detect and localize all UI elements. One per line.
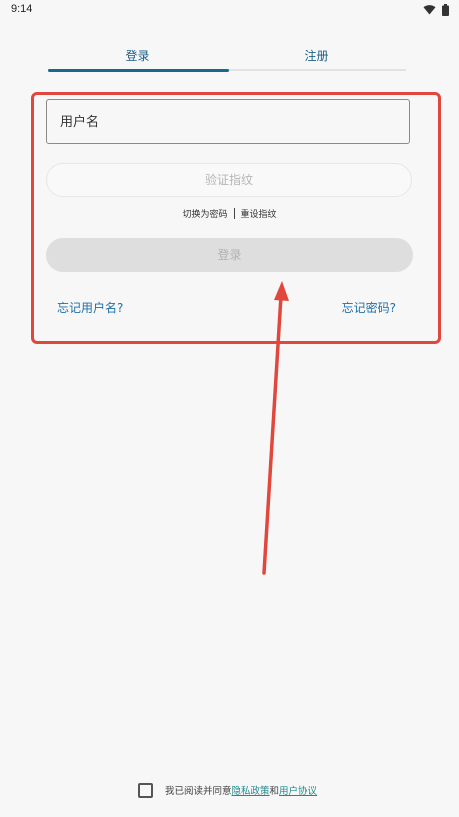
agreement-checkbox[interactable] (138, 782, 153, 798)
system-icons (423, 4, 449, 16)
verify-fingerprint-button[interactable]: 验证指纹 (46, 163, 412, 197)
tab-register[interactable]: 注册 (227, 44, 406, 68)
agreement-prefix: 我已阅读并同意 (165, 786, 232, 797)
status-bar: 9:14 (0, 0, 459, 22)
switch-to-password-link[interactable]: 切换为密码 (182, 210, 227, 220)
auth-tabs: 登录 注册 (48, 44, 406, 72)
status-time: 9:14 (11, 3, 33, 15)
tab-login[interactable]: 登录 (48, 44, 227, 68)
login-button[interactable]: 登录 (46, 238, 413, 272)
user-agreement-link[interactable]: 用户协议 (279, 783, 317, 797)
reset-fingerprint-link[interactable]: 重设指纹 (241, 210, 277, 220)
tab-active-indicator (48, 69, 229, 72)
auth-switch-row: 切换为密码 重设指纹 (0, 208, 459, 222)
divider (233, 208, 235, 219)
battery-icon (442, 4, 449, 16)
wifi-icon (423, 5, 436, 15)
username-field[interactable]: 用户名 (46, 99, 410, 144)
agreement-row: 我已阅读并同意 隐私政策 和 用户协议 (138, 780, 317, 800)
forgot-username-link[interactable]: 忘记用户名? (57, 299, 123, 316)
agreement-conjunction: 和 (269, 786, 280, 797)
forgot-password-link[interactable]: 忘记密码? (342, 299, 396, 316)
privacy-policy-link[interactable]: 隐私政策 (232, 783, 270, 797)
